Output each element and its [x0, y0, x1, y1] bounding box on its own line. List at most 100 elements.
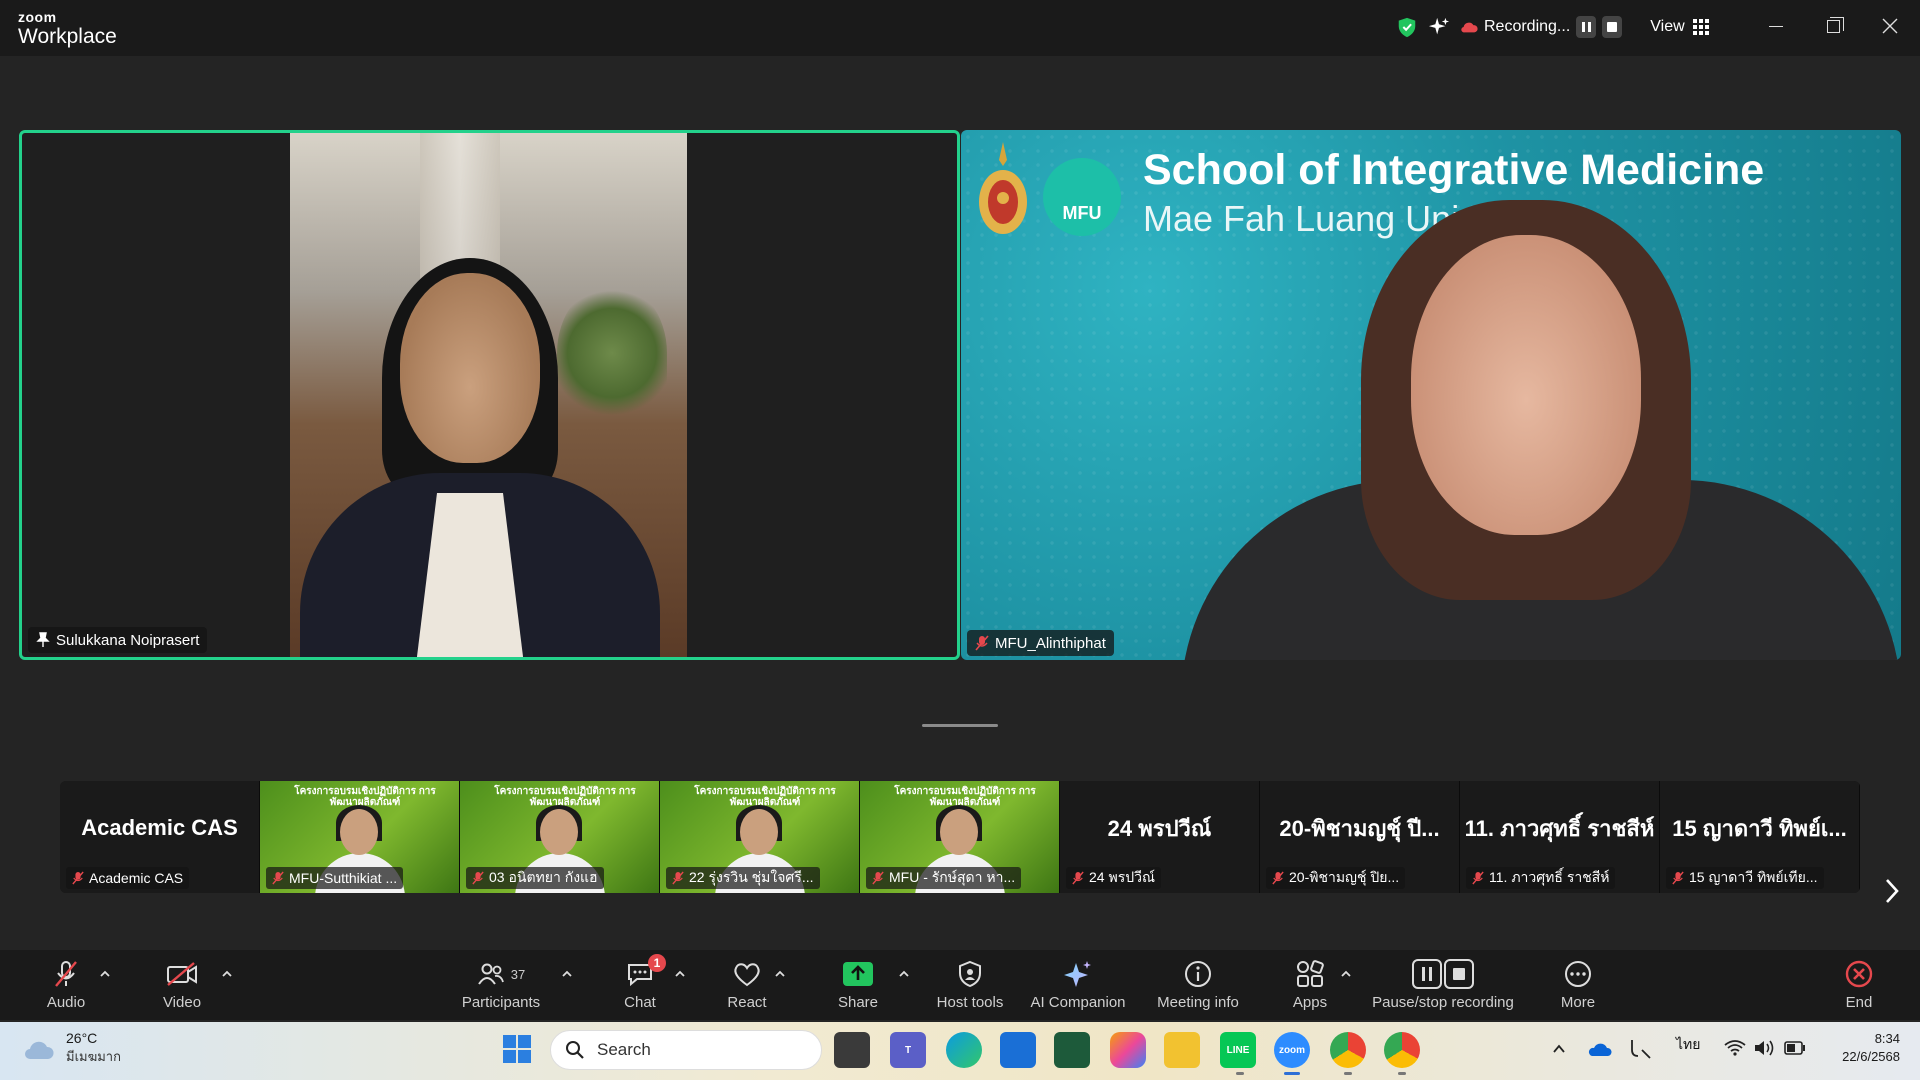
task-view-icon[interactable] [834, 1032, 870, 1068]
participants-options-chevron-icon[interactable] [561, 968, 573, 980]
pen-input-icon[interactable] [1628, 1038, 1652, 1060]
grid-view-icon [1692, 19, 1709, 35]
resize-handle[interactable] [922, 724, 998, 727]
audio-options-chevron-icon[interactable] [99, 968, 111, 980]
wifi-icon[interactable] [1724, 1039, 1746, 1057]
chrome-profile-icon[interactable] [1384, 1032, 1420, 1068]
ai-companion-button[interactable]: AI Companion [1028, 950, 1128, 1020]
restore-button[interactable] [1805, 0, 1861, 52]
view-label: View [1650, 18, 1685, 35]
ai-sparkle-icon[interactable] [1428, 16, 1450, 38]
thumbnail-name: 22 รุ่งรวิน ชุ่มใจศรี... [689, 869, 814, 885]
apps-options-chevron-icon[interactable] [1340, 968, 1352, 980]
zoom-taskbar-icon[interactable]: zoom [1274, 1032, 1310, 1068]
participant-name: MFU_Alinthiphat [995, 634, 1106, 652]
taskbar-search-box[interactable]: Search [550, 1030, 822, 1070]
copilot-icon[interactable] [1110, 1032, 1146, 1068]
heart-react-icon [734, 963, 760, 987]
teams-icon[interactable]: T [890, 1032, 926, 1068]
stop-recording-button[interactable] [1602, 16, 1623, 38]
react-options-chevron-icon[interactable] [774, 968, 786, 980]
thumbnail-name-tag: 24 พรปวีณ์ [1066, 867, 1161, 889]
muted-mic-icon [72, 871, 84, 885]
edge-icon[interactable] [946, 1032, 982, 1068]
react-button[interactable]: React [726, 950, 768, 1020]
host-tools-button[interactable]: Host tools [935, 950, 1005, 1020]
close-button[interactable] [1862, 0, 1918, 52]
security-shield-icon[interactable] [1396, 15, 1418, 39]
recording-indicator[interactable]: Recording... [1460, 16, 1623, 38]
tray-chevron-up-icon[interactable] [1552, 1042, 1566, 1056]
weather-widget[interactable]: 26°C มีเมฆมาก [22, 1030, 121, 1067]
video-tile-active-speaker[interactable]: Sulukkana Noiprasert [19, 130, 960, 660]
participant-strip: Academic CAS Academic CAS โครงการอบรมเชิงป… [60, 781, 1860, 893]
start-button[interactable] [502, 1034, 532, 1069]
chevron-right-icon[interactable] [1882, 876, 1902, 906]
zoom-logo: zoom Workplace [18, 10, 117, 47]
participant-video [290, 133, 687, 657]
thumbnail-display-name: 11. ภาวศุทธิ์ ราชสีห์ [1464, 815, 1655, 841]
chat-options-chevron-icon[interactable] [674, 968, 686, 980]
system-clock[interactable]: 8:34 22/6/2568 [1820, 1030, 1900, 1066]
participant-thumbnail[interactable]: 24 พรปวีณ์ 24 พรปวีณ์ [1060, 781, 1260, 893]
search-icon [566, 1041, 584, 1059]
store-icon[interactable] [1000, 1032, 1036, 1068]
apps-button[interactable]: Apps [1290, 950, 1330, 1020]
participant-thumbnail[interactable]: โครงการอบรมเชิงปฏิบัติการ การพัฒนาผลิตภั… [460, 781, 660, 893]
running-indicator [1344, 1072, 1352, 1075]
thumbnail-name: Academic CAS [89, 870, 184, 886]
share-label: Share [837, 994, 879, 1011]
file-explorer-icon[interactable] [1164, 1032, 1200, 1068]
muted-mic-icon [975, 635, 989, 651]
participant-thumbnail[interactable]: Academic CAS Academic CAS [60, 781, 260, 893]
chat-unread-badge: 1 [648, 954, 666, 972]
video-tile-participant[interactable]: MFU School of Integrative Medicine Mae F… [961, 130, 1901, 660]
volume-icon[interactable] [1753, 1039, 1775, 1057]
thumbnail-name-tag: 15 ญาดาวี ทิพย์เทีย... [1666, 867, 1824, 889]
chrome-icon[interactable] [1330, 1032, 1366, 1068]
battery-icon[interactable] [1784, 1041, 1806, 1055]
view-button[interactable]: View [1650, 18, 1709, 36]
end-meeting-icon [1845, 960, 1873, 988]
thumbnail-name: 03 อนิตทยา กังแฮ [489, 869, 598, 885]
onedrive-icon[interactable] [1586, 1040, 1612, 1058]
pause-stop-recording-button[interactable]: Pause/stop recording [1368, 950, 1518, 1020]
more-icon [1565, 961, 1591, 987]
more-label: More [1560, 994, 1596, 1011]
participant-thumbnail[interactable]: 20-พิชามญชุ์ ปี... 20-พิชามญชุ์ ปิย... [1260, 781, 1460, 893]
participant-thumbnail[interactable]: โครงการอบรมเชิงปฏิบัติการ การพัฒนาผลิตภั… [260, 781, 460, 893]
pause-stop-label: Pause/stop recording [1372, 994, 1514, 1011]
apps-icon [1297, 960, 1324, 987]
more-button[interactable]: More [1556, 950, 1600, 1020]
audio-button[interactable]: Audio [40, 950, 92, 1020]
cloud-recording-icon [1461, 22, 1478, 33]
chat-button[interactable]: 1 Chat [618, 950, 666, 1020]
share-button[interactable]: Share [836, 950, 880, 1020]
line-icon[interactable]: LINE [1220, 1032, 1256, 1068]
minimize-button[interactable] [1748, 0, 1804, 52]
muted-mic-icon [272, 871, 284, 885]
participant-thumbnail[interactable]: 15 ญาดาวี ทิพย์เ... 15 ญาดาวี ทิพย์เทีย..… [1660, 781, 1860, 893]
participant-thumbnail[interactable]: โครงการอบรมเชิงปฏิบัติการ การพัฒนาผลิตภั… [860, 781, 1060, 893]
thumbnail-display-name: Academic CAS [81, 815, 238, 840]
muted-mic-icon [1672, 871, 1684, 885]
video-options-chevron-icon[interactable] [221, 968, 233, 980]
participant-thumbnail[interactable]: โครงการอบรมเชิงปฏิบัติการ การพัฒนาผลิตภั… [660, 781, 860, 893]
share-options-chevron-icon[interactable] [898, 968, 910, 980]
pause-recording-button[interactable] [1576, 16, 1597, 38]
muted-mic-icon [472, 871, 484, 885]
end-meeting-button[interactable]: End [1839, 950, 1879, 1020]
language-indicator[interactable]: ไทย [1676, 1034, 1700, 1056]
clock-date: 22/6/2568 [1842, 1049, 1900, 1064]
ai-companion-sparkle-icon [1064, 961, 1091, 987]
video-button[interactable]: Video [156, 950, 208, 1020]
clock-time: 8:34 [1874, 1031, 1900, 1046]
end-label: End [1845, 994, 1873, 1011]
meeting-info-button[interactable]: Meeting info [1150, 950, 1246, 1020]
participants-button[interactable]: 37 Participants [458, 950, 544, 1020]
running-indicator [1236, 1072, 1244, 1075]
video-label: Video [162, 994, 202, 1011]
solitaire-icon[interactable] [1054, 1032, 1090, 1068]
participant-name: Sulukkana Noiprasert [56, 631, 200, 649]
participant-thumbnail[interactable]: 11. ภาวศุทธิ์ ราชสีห์ 11. ภาวศุทธิ์ ราชสี… [1460, 781, 1660, 893]
